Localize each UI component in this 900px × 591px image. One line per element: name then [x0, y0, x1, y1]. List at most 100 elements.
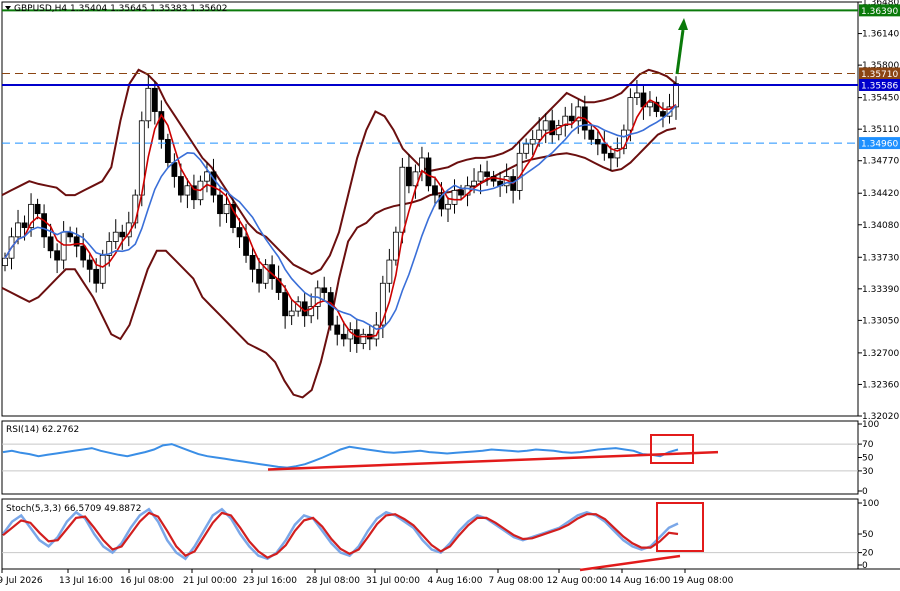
candle-body: [151, 87, 158, 112]
candle-body: [288, 310, 295, 317]
price-tag-label: 1.34960: [861, 140, 898, 150]
candle-body: [86, 259, 93, 270]
main-y-tick-label: 1.34770: [862, 157, 899, 167]
candle-body: [607, 152, 614, 159]
candle-body: [601, 143, 608, 154]
rsi-y-tick-label: 30: [862, 467, 874, 477]
main-y-tick-label: 1.34420: [862, 189, 899, 199]
candle-body: [523, 143, 530, 154]
main-y-tick-label: 1.35450: [862, 94, 899, 104]
candle-body: [445, 203, 451, 210]
candle-body: [184, 185, 191, 196]
candle-body: [386, 259, 393, 284]
rsi-highlight-box: [650, 434, 694, 464]
candle-body: [406, 166, 412, 187]
x-tick-label: 16 Jul 08:00: [120, 576, 174, 586]
candle-body: [243, 236, 249, 256]
candle-body: [588, 129, 595, 140]
stoch-main-line: [1, 507, 679, 561]
candle-body: [516, 152, 523, 191]
candle-body: [627, 97, 634, 131]
chart-symbol: GBPUSD,H4: [14, 4, 67, 14]
candle-body: [177, 176, 184, 196]
x-tick-label: 7 Aug 08:00: [489, 576, 544, 586]
moving-average-fast: [4, 98, 677, 338]
rsi-y-tick-label: 50: [862, 454, 874, 464]
candle-body: [321, 287, 328, 293]
candle-body: [99, 255, 106, 284]
main-y-tick-label: 1.33390: [862, 285, 899, 295]
rsi-y-tick-label: 100: [862, 420, 879, 430]
stoch-y-tick-label: 50: [862, 530, 874, 540]
x-tick-label: 31 Jul 00:00: [366, 576, 420, 586]
candle-body: [112, 231, 119, 242]
x-tick-label: 28 Jul 08:00: [306, 576, 360, 586]
rsi-panel-frame: [1, 420, 859, 495]
candle-body: [425, 157, 432, 187]
main-y-tick-label: 1.36140: [862, 30, 899, 40]
x-tick-label: 14 Aug 16:00: [610, 576, 671, 586]
candle-body: [477, 171, 484, 182]
price-tag-label: 1.36390: [861, 7, 898, 17]
chart-svg: 1.364801.361401.358001.354501.351101.347…: [0, 0, 900, 586]
candle-body: [145, 87, 152, 122]
rsi-line: [2, 443, 679, 469]
x-tick-label: 19 Aug 08:00: [673, 576, 734, 586]
stoch-y-tick-label: 20: [862, 549, 874, 559]
main-y-tick-label: 1.35110: [862, 125, 899, 135]
main-panel-frame: [1, 1, 859, 417]
chart-ohlc: 1.35404 1.35645 1.35383 1.35602: [70, 4, 227, 14]
main-y-tick-label: 1.33050: [862, 316, 899, 326]
x-tick-label: 4 Aug 16:00: [428, 576, 483, 586]
candle-body: [93, 268, 100, 284]
stoch-y-tick-label: 0: [862, 561, 868, 571]
candle-body: [217, 194, 223, 215]
candle-body: [529, 138, 536, 145]
main-y-tick-label: 1.33730: [862, 253, 899, 263]
chart-root: 1.36480 1.36140 1.35800 1.35450 1.35110 1.347…: [0, 0, 900, 591]
main-y-tick-label: 1.32700: [862, 349, 899, 359]
main-y-tick-label: 1.32360: [862, 380, 899, 390]
candle-body: [2, 257, 8, 267]
candle-body: [484, 171, 490, 177]
bollinger-upper-band: [1, 68, 677, 276]
x-tick-label: 12 Aug 00:00: [547, 576, 608, 586]
up-arrow-shaft: [675, 29, 685, 75]
candle-body: [458, 190, 464, 196]
candle-body: [282, 292, 289, 317]
candle-body: [15, 222, 21, 238]
x-tick-label: 21 Jul 00:00: [183, 576, 237, 586]
up-arrow-head: [678, 18, 688, 30]
price-tag-label: 1.35710: [861, 70, 898, 80]
candle-body: [223, 203, 230, 215]
candle-body: [536, 129, 543, 140]
stoch-trend-line: [579, 554, 681, 572]
candle-body: [164, 138, 171, 163]
candle-body: [660, 111, 666, 117]
candle-body: [327, 292, 334, 326]
candle-body: [204, 171, 210, 182]
candle-body: [60, 231, 67, 261]
moving-average-slow: [4, 104, 677, 331]
rsi-y-tick-label: 0: [862, 487, 868, 497]
rsi-label: RSI(14) 62.2762: [6, 425, 79, 435]
candle-body: [471, 180, 477, 187]
candle-body: [236, 227, 243, 238]
candle-body: [41, 213, 47, 238]
candle-body: [399, 166, 406, 233]
price-tag-label: 1.35586: [861, 81, 898, 91]
candle-body: [171, 162, 178, 177]
candle-body: [392, 231, 399, 261]
candle-body: [54, 250, 61, 261]
candle-body: [432, 185, 438, 196]
candle-body: [256, 268, 262, 284]
candle-body: [568, 115, 575, 122]
stoch-label: Stoch(5,3,3) 66.5709 49.8872: [6, 504, 141, 514]
candle-body: [647, 101, 653, 108]
candle-body: [634, 92, 640, 99]
candle-body: [80, 245, 87, 261]
candle-body: [34, 203, 41, 215]
main-y-tick-label: 1.34080: [862, 221, 899, 231]
candle-body: [47, 236, 54, 252]
candle-body: [334, 324, 341, 335]
